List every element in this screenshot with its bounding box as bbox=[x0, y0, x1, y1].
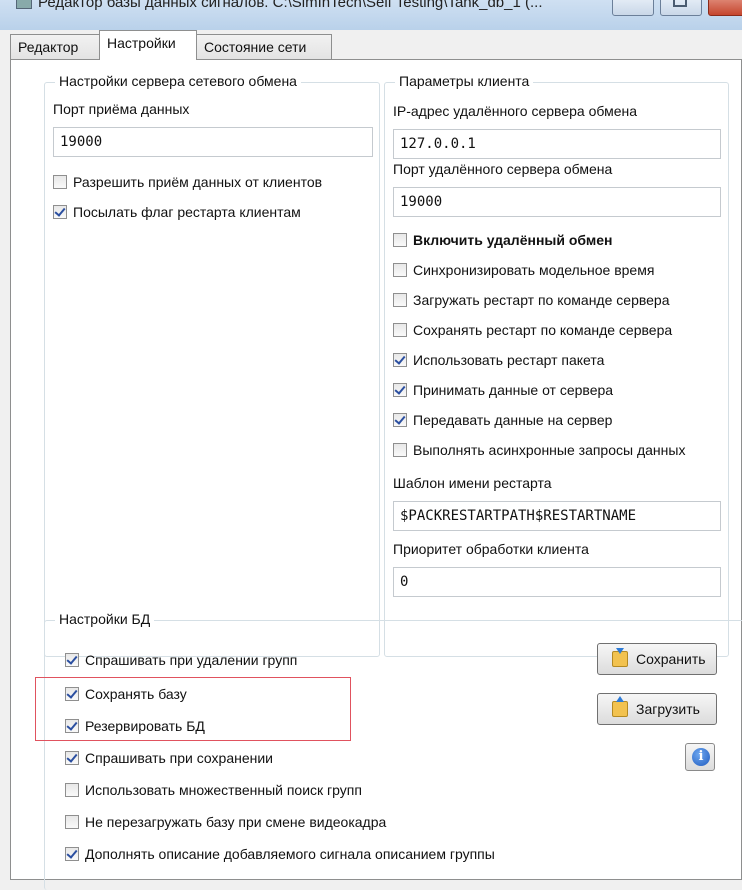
checkbox-box bbox=[65, 815, 79, 829]
checkbox-label: Передавать данные на сервер bbox=[413, 412, 613, 428]
checkbox-label: Спрашивать при удалении групп bbox=[85, 652, 298, 668]
checkbox-box bbox=[65, 653, 79, 667]
checkbox-label: Выполнять асинхронные запросы данных bbox=[413, 442, 686, 458]
restart-template-label: Шаблон имени рестарта bbox=[393, 475, 552, 491]
use-package-restart-checkbox[interactable]: Использовать рестарт пакета bbox=[393, 349, 604, 371]
app-icon bbox=[16, 0, 32, 9]
tab-strip: Редактор Настройки Состояние сети bbox=[0, 30, 742, 60]
checkbox-box bbox=[65, 847, 79, 861]
client-priority-label: Приоритет обработки клиента bbox=[393, 541, 589, 557]
allow-client-data-checkbox[interactable]: Разрешить приём данных от клиентов bbox=[53, 171, 322, 193]
async-data-requests-checkbox[interactable]: Выполнять асинхронные запросы данных bbox=[393, 439, 685, 461]
checkbox-label: Использовать множественный поиск групп bbox=[85, 782, 362, 798]
checkbox-box bbox=[393, 413, 407, 427]
db-settings-legend: Настройки БД bbox=[55, 611, 155, 627]
minimize-button[interactable] bbox=[612, 0, 654, 16]
ask-on-group-delete-checkbox[interactable]: Спрашивать при удалении групп bbox=[65, 649, 297, 671]
maximize-button[interactable] bbox=[660, 0, 702, 16]
no-reload-on-frame-change-checkbox[interactable]: Не перезагружать базу при смене видеокад… bbox=[65, 811, 386, 833]
checkbox-label: Спрашивать при сохранении bbox=[85, 750, 273, 766]
remote-port-label: Порт удалённого сервера обмена bbox=[393, 161, 613, 177]
server-port-input[interactable]: 19000 bbox=[53, 127, 373, 157]
checkbox-label: Загружать рестарт по команде сервера bbox=[413, 292, 670, 308]
checkbox-label: Принимать данные от сервера bbox=[413, 382, 614, 398]
server-settings-group: Настройки сервера сетевого обмена Порт п… bbox=[44, 73, 380, 657]
ip-label: IP-адрес удалённого сервера обмена bbox=[393, 103, 638, 119]
db-settings-group: Настройки БД Спрашивать при удалении гру… bbox=[35, 611, 742, 890]
tab-settings[interactable]: Настройки bbox=[99, 30, 197, 60]
checkbox-box bbox=[393, 323, 407, 337]
enable-remote-exchange-checkbox[interactable]: Включить удалённый обмен bbox=[393, 229, 612, 251]
checkbox-label: Сохранять рестарт по команде сервера bbox=[413, 322, 673, 338]
multi-group-search-checkbox[interactable]: Использовать множественный поиск групп bbox=[65, 779, 362, 801]
receive-from-server-checkbox[interactable]: Принимать данные от сервера bbox=[393, 379, 613, 401]
sync-model-time-checkbox[interactable]: Синхронизировать модельное время bbox=[393, 259, 654, 281]
checkbox-box bbox=[65, 783, 79, 797]
load-icon bbox=[612, 696, 628, 717]
window-title: Редактор базы данных сигналов. C:\SimInT… bbox=[38, 0, 543, 11]
save-button[interactable]: Сохранить bbox=[597, 643, 717, 675]
checkbox-label: Синхронизировать модельное время bbox=[413, 262, 655, 278]
restart-template-input[interactable]: $PACKRESTARTPATH$RESTARTNAME bbox=[393, 501, 721, 531]
checkbox-label: Не перезагружать базу при смене видеокад… bbox=[85, 814, 387, 830]
title-bar: Редактор базы данных сигналов. C:\SimInT… bbox=[0, 0, 742, 30]
checkbox-box bbox=[393, 263, 407, 277]
remote-port-input[interactable]: 19000 bbox=[393, 187, 721, 217]
red-highlight-box bbox=[35, 677, 351, 741]
checkbox-label: Разрешить приём данных от клиентов bbox=[73, 174, 323, 190]
load-restart-on-server-command-checkbox[interactable]: Загружать рестарт по команде сервера bbox=[393, 289, 670, 311]
client-params-group: Параметры клиента IP-адрес удалённого се… bbox=[384, 73, 729, 657]
settings-panel: Настройки сервера сетевого обмена Порт п… bbox=[10, 59, 742, 890]
checkbox-box bbox=[393, 353, 407, 367]
info-icon: i bbox=[692, 748, 710, 766]
load-button[interactable]: Загрузить bbox=[597, 693, 717, 725]
save-restart-on-server-command-checkbox[interactable]: Сохранять рестарт по команде сервера bbox=[393, 319, 672, 341]
info-button[interactable]: i bbox=[685, 743, 715, 771]
server-port-label: Порт приёма данных bbox=[53, 101, 190, 117]
send-restart-flag-checkbox[interactable]: Посылать флаг рестарта клиентам bbox=[53, 201, 301, 223]
client-params-legend: Параметры клиента bbox=[395, 73, 534, 89]
send-to-server-checkbox[interactable]: Передавать данные на сервер bbox=[393, 409, 612, 431]
maximize-icon bbox=[673, 0, 687, 7]
append-group-description-checkbox[interactable]: Дополнять описание добавляемого сигнала … bbox=[65, 843, 495, 865]
checkbox-box bbox=[393, 233, 407, 247]
ask-on-save-checkbox[interactable]: Спрашивать при сохранении bbox=[65, 747, 273, 769]
ip-input[interactable]: 127.0.0.1 bbox=[393, 129, 721, 159]
checkbox-label: Включить удалённый обмен bbox=[413, 232, 613, 248]
checkbox-box bbox=[53, 175, 67, 189]
close-button[interactable] bbox=[708, 0, 742, 16]
checkbox-label: Дополнять описание добавляемого сигнала … bbox=[85, 846, 495, 862]
save-button-label: Сохранить bbox=[636, 651, 706, 667]
checkbox-box bbox=[393, 383, 407, 397]
checkbox-box bbox=[393, 293, 407, 307]
server-settings-legend: Настройки сервера сетевого обмена bbox=[55, 73, 301, 89]
client-priority-input[interactable]: 0 bbox=[393, 567, 721, 597]
checkbox-box bbox=[393, 443, 407, 457]
checkbox-label: Посылать флаг рестарта клиентам bbox=[73, 204, 301, 220]
checkbox-label: Использовать рестарт пакета bbox=[413, 352, 605, 368]
checkbox-box bbox=[65, 751, 79, 765]
save-icon bbox=[612, 648, 628, 667]
load-button-label: Загрузить bbox=[636, 701, 700, 717]
checkbox-box bbox=[53, 205, 67, 219]
tab-editor[interactable]: Редактор bbox=[10, 34, 100, 59]
tab-network-status[interactable]: Состояние сети bbox=[196, 34, 332, 59]
